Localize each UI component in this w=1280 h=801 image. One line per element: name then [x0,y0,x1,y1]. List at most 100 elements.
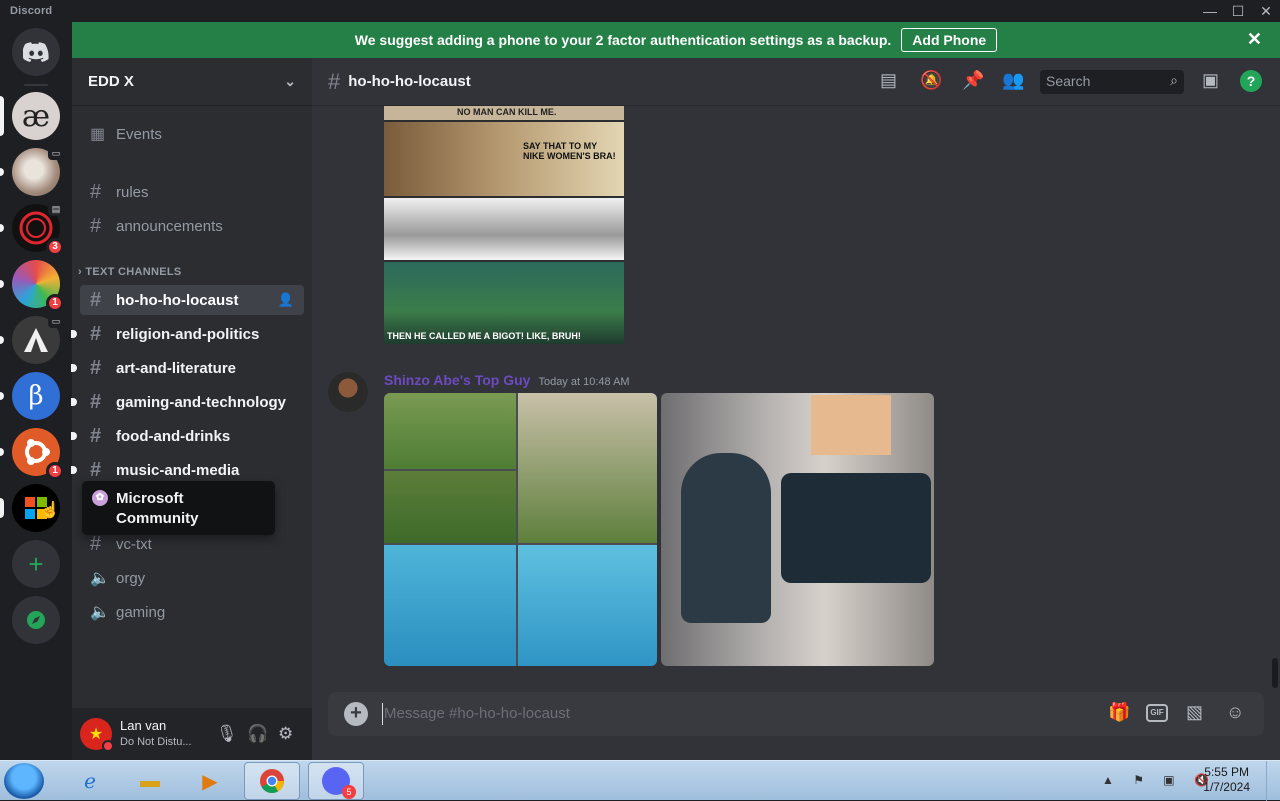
microphone-icon[interactable]: 🎙 [216,724,238,744]
maximize-button[interactable]: ☐ [1223,2,1253,20]
speaker-icon: 🔈 [90,570,110,587]
server-beta[interactable]: β [12,372,60,420]
voice-channel-orgy[interactable]: 🔈 orgy [80,563,304,593]
meme-caption-1: NO MAN CAN KILL ME. [457,107,557,117]
headphones-icon[interactable]: 🎧 [247,724,268,744]
show-desktop-button[interactable] [1266,761,1280,801]
category-text-channels[interactable]: › TEXT CHANNELS [78,266,182,278]
scrollbar[interactable] [1272,658,1278,688]
server-ae[interactable]: æ [12,92,60,140]
threads-icon[interactable]: ▤ [880,70,897,91]
channel-name: rules [116,183,149,201]
username: Lan van [120,718,167,733]
upload-plus-button[interactable]: + [344,702,368,726]
system-tray[interactable]: ▲ ⚑ ▣ 🔇 [1102,773,1217,787]
pin-icon[interactable]: 📌 [962,70,984,91]
server-mountain[interactable]: ▭ [12,314,64,364]
channel-gaming-and-technology[interactable]: # gaming-and-technology [71,387,304,417]
close-window-button[interactable]: ✕ [1251,2,1280,20]
channel-name: food-and-drinks [116,427,231,445]
gift-icon[interactable]: 🎁 [1108,702,1130,723]
channel-title: ho-ho-ho-locaust [348,73,471,90]
explore-servers-button[interactable] [12,596,60,644]
server-header[interactable]: EDD X ⌄ [72,58,312,106]
channel-announcements[interactable]: # announcements [80,211,304,241]
hash-icon: # [90,180,102,203]
add-phone-button[interactable]: Add Phone [901,28,998,52]
server-cat[interactable]: ▭ [12,146,64,196]
help-icon[interactable]: ? [1240,70,1262,92]
unread-dot [71,432,77,440]
internet-explorer-icon[interactable]: ℯ [62,762,118,800]
channel-name: religion-and-politics [116,325,260,343]
channel-name: music-and-media [116,461,240,479]
gif-button[interactable]: GIF [1146,704,1168,722]
dnd-status-icon [102,740,114,752]
banner-text: We suggest adding a phone to your 2 fact… [354,32,892,48]
channel-sidebar: EDD X ⌄ ▦ Events # rules # announcements… [71,58,312,760]
events-item[interactable]: ▦ Events [80,119,304,149]
add-server-button[interactable]: + [12,540,60,588]
discord-taskbar-icon[interactable]: 5 [308,762,364,800]
home-button[interactable] [12,28,60,76]
inbox-icon[interactable]: ▣ [1202,70,1219,91]
sticker-icon[interactable]: ▧ [1186,702,1203,723]
hash-icon: # [328,68,341,94]
minimize-button[interactable]: — [1195,2,1225,20]
clock[interactable]: 5:55 PM 1/7/2024 [1203,765,1250,797]
hash-icon: # [90,458,102,481]
speaker-icon: 🔈 [90,604,110,621]
server-tooltip: ✿ Microsoft Community [82,481,275,535]
message-composer[interactable]: + Message #ho-ho-ho-locaust 🎁 GIF ▧ ☺ [328,692,1264,736]
search-input[interactable]: Search ⌕ [1040,70,1184,94]
message-input[interactable]: Message #ho-ho-ho-locaust [384,705,570,722]
channel-food-and-drinks[interactable]: # food-and-drinks [71,421,304,451]
message-author[interactable]: Shinzo Abe's Top Guy [384,372,530,388]
channel-ho-ho-ho-locaust[interactable]: # ho-ho-ho-locaust 👤 [80,285,304,315]
meme-image[interactable]: NO MAN CAN KILL ME. SAY THAT TO MY NIKE … [384,106,624,344]
unread-dot [71,330,77,338]
user-info[interactable]: Lan van Do Not Distu... [120,718,192,750]
media-player-icon[interactable]: ▶ [182,762,238,800]
hash-icon: # [90,390,102,413]
channel-name: ho-ho-ho-locaust [116,291,239,309]
hash-icon: # [90,424,102,447]
user-panel: ★ Lan van Do Not Distu... 🎙 🎧 ⚙ [72,708,312,760]
sports-collage-image[interactable] [384,393,657,666]
chrome-icon[interactable] [244,762,300,800]
gear-icon[interactable]: ⚙ [278,724,293,744]
unread-pill [0,448,4,456]
server-red-ring[interactable]: ▤ 3 [12,202,64,256]
windows-taskbar: ℯ ▬ ▶ 5 ▲ ⚑ ▣ 🔇 5:55 PM 1/7/2024 [0,760,1280,801]
search-icon: ⌕ [1170,72,1178,88]
avatar[interactable] [328,372,368,412]
unread-dot [71,398,77,406]
notification-bell-icon[interactable]: 🔕 [920,70,942,91]
category-label: TEXT CHANNELS [85,266,182,278]
start-button[interactable] [4,763,44,799]
server-colorful[interactable]: 1 [12,260,64,312]
compass-icon [12,596,60,644]
user-status: Do Not Distu... [120,736,192,748]
unread-pill [0,168,4,176]
unread-pill [0,224,4,232]
close-icon[interactable]: ✕ [1247,29,1262,50]
channel-religion-and-politics[interactable]: # religion-and-politics [71,319,304,349]
folder-icon[interactable]: ▬ [122,762,178,800]
server-ubuntu[interactable]: 1 [12,428,64,480]
voice-channel-gaming[interactable]: 🔈 gaming [80,597,304,627]
search-placeholder: Search [1046,73,1091,89]
channel-rules[interactable]: # rules [80,177,304,207]
text-caret [382,703,383,725]
plus-icon: + [12,540,60,588]
member-list-icon[interactable]: 👥 [1002,70,1024,91]
mention-badge: 1 [46,462,64,480]
avatar[interactable]: ★ [80,718,114,752]
team-photo-image[interactable] [661,393,934,666]
beta-icon: β [12,372,60,420]
emoji-icon[interactable]: ☺ [1226,702,1244,723]
channel-art-and-literature[interactable]: # art-and-literature [71,353,304,383]
invite-icon[interactable]: 👤 [278,292,294,308]
hash-icon: # [90,356,102,379]
mouse-cursor-icon: ☝ [40,502,60,519]
